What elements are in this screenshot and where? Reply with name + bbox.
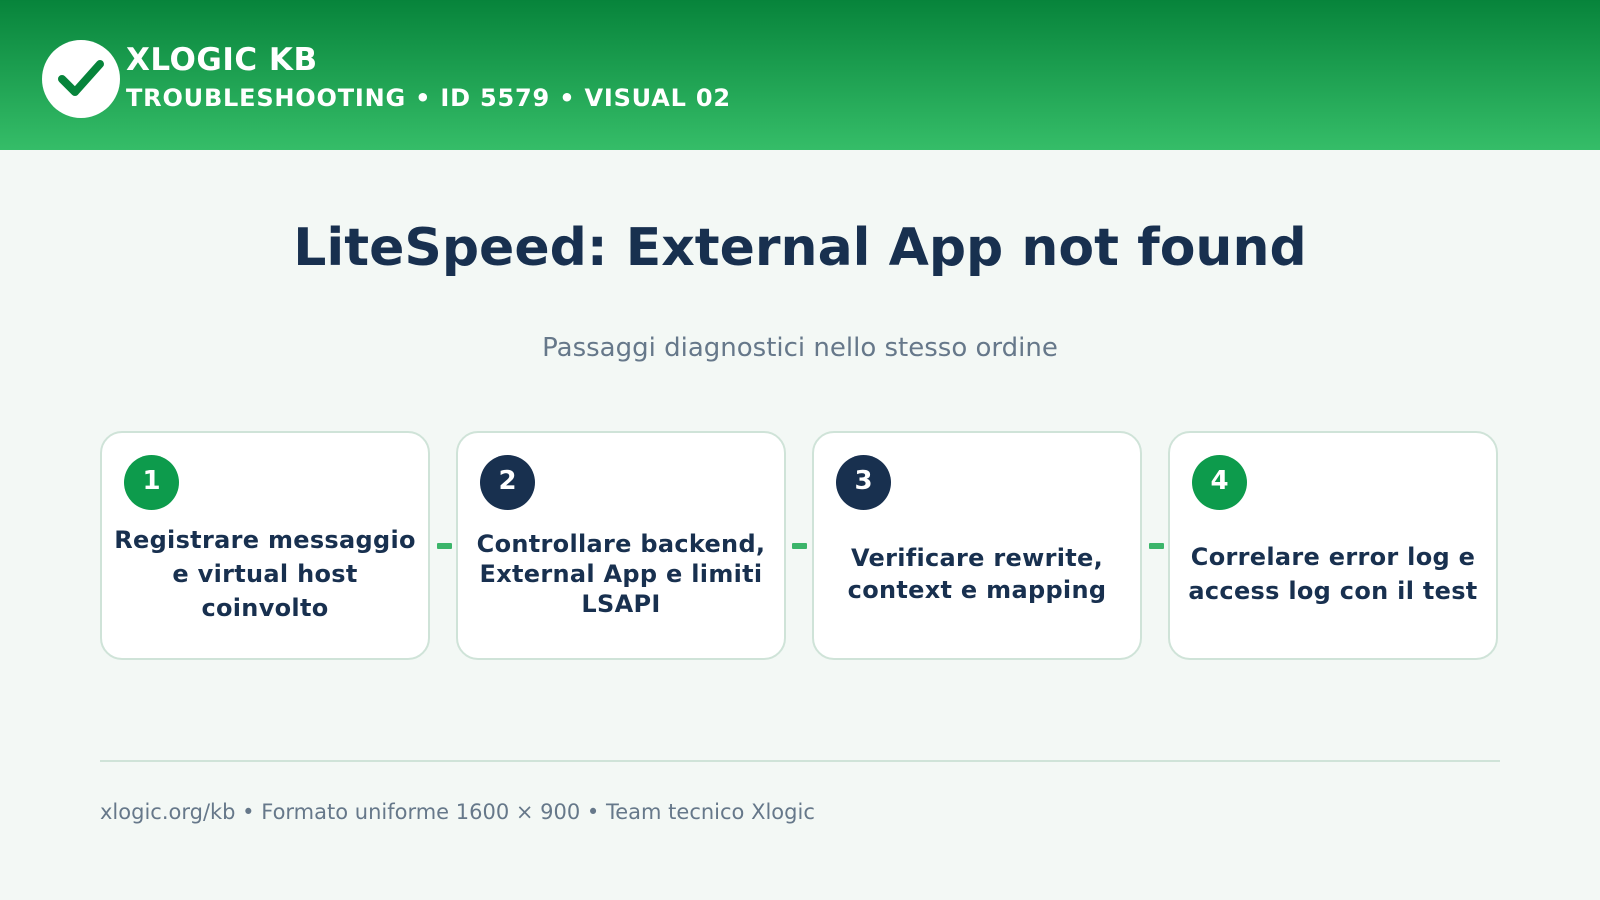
step-number-badge: 2 — [480, 455, 535, 510]
step-card-2: 2 Controllare backend, External App e li… — [456, 431, 786, 660]
step-connector — [1149, 543, 1164, 549]
header-banner: XLOGIC KB TROUBLESHOOTING • ID 5579 • VI… — [0, 0, 1600, 150]
step-text: Verificare rewrite, context e mapping — [847, 543, 1107, 604]
step-card-1: 1 Registrare messaggio e virtual host co… — [100, 431, 430, 660]
brand-subtitle: TROUBLESHOOTING • ID 5579 • VISUAL 02 — [126, 84, 731, 112]
step-text: Correlare error log e access log con il … — [1188, 542, 1478, 605]
page-title: LiteSpeed: External App not found — [293, 218, 1307, 278]
footer-text: xlogic.org/kb • Formato uniforme 1600 × … — [100, 800, 815, 824]
step-connector — [792, 543, 807, 549]
brand-name: XLOGIC KB — [126, 42, 318, 78]
logo — [42, 40, 120, 118]
footer-divider — [100, 760, 1500, 762]
step-card-3: 3 Verificare rewrite, context e mapping — [812, 431, 1142, 660]
step-number-badge: 1 — [124, 455, 179, 510]
page-subtitle: Passaggi diagnostici nello stesso ordine — [542, 333, 1058, 363]
step-connector — [437, 543, 452, 549]
step-text: Registrare messaggio e virtual host coin… — [114, 525, 416, 622]
checkmark-icon — [58, 60, 104, 96]
step-text: Controllare backend, External App e limi… — [476, 529, 766, 618]
step-card-4: 4 Correlare error log e access log con i… — [1168, 431, 1498, 660]
step-number-badge: 3 — [836, 455, 891, 510]
step-number-badge: 4 — [1192, 455, 1247, 510]
